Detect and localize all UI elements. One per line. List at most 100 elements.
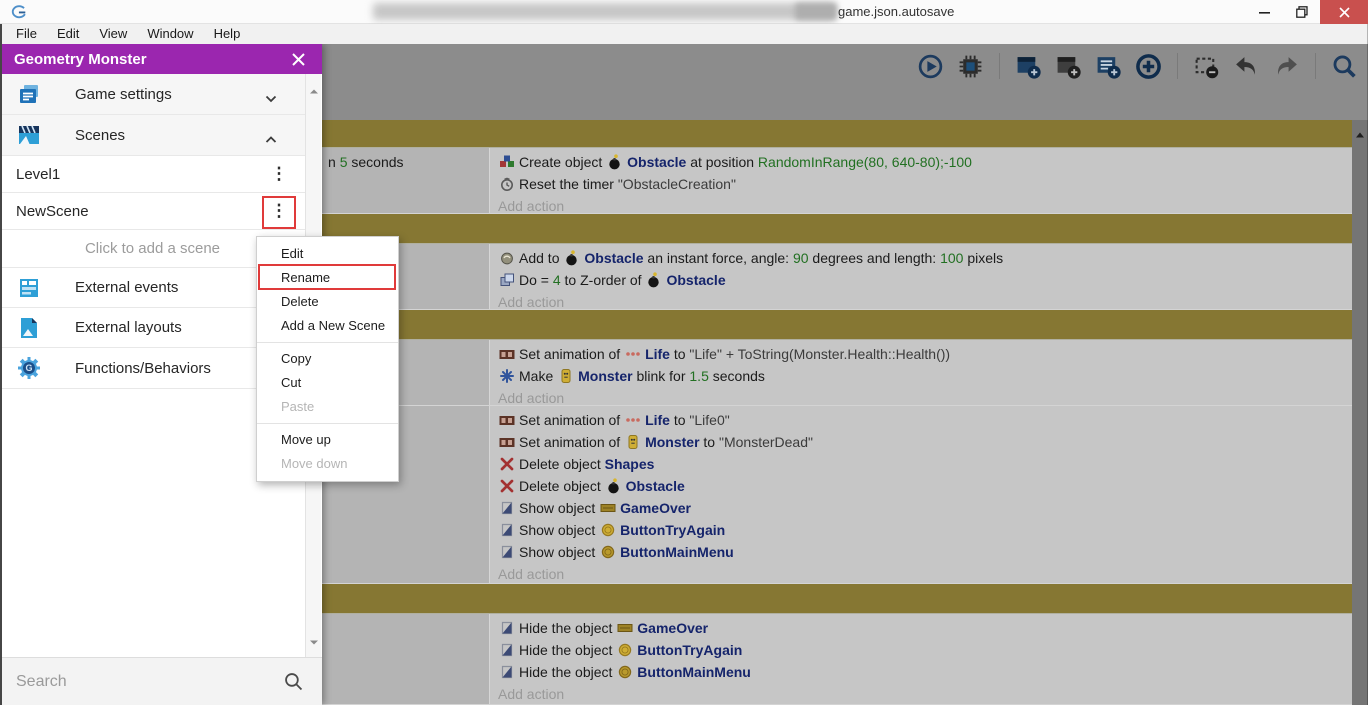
drawer-header: Geometry Monster xyxy=(0,44,322,74)
context-menu-item-add-a-new-scene[interactable]: Add a New Scene xyxy=(257,314,398,338)
token: Delete object xyxy=(519,478,605,494)
action-line[interactable]: Hide the object ButtonTryAgain xyxy=(498,639,1352,661)
close-button[interactable] xyxy=(1320,0,1368,24)
action-line[interactable]: Set animation of Life to "Life0" xyxy=(498,409,1352,431)
action-line[interactable]: Show object ButtonTryAgain xyxy=(498,519,1352,541)
menubar-item-edit[interactable]: Edit xyxy=(47,24,89,44)
action-line[interactable]: Set animation of Life to "Life" + ToStri… xyxy=(498,343,1352,365)
token: Hide the object xyxy=(519,620,616,636)
search-input[interactable] xyxy=(16,669,256,695)
token: Obstacle xyxy=(626,478,685,494)
menubar-item-help[interactable]: Help xyxy=(204,24,251,44)
toolbar-add-plus-button[interactable] xyxy=(1135,53,1162,80)
toolbar-delete-event-button[interactable] xyxy=(1193,53,1220,80)
action-line[interactable]: Hide the object GameOver xyxy=(498,617,1352,639)
restore-button[interactable] xyxy=(1283,0,1320,24)
action-line[interactable]: Reset the timer "ObstacleCreation" xyxy=(498,173,1352,195)
scene-name: Level1 xyxy=(16,166,60,183)
context-menu-item-cut[interactable]: Cut xyxy=(257,371,398,395)
coin-icon xyxy=(617,642,633,658)
annotation-box-kebab xyxy=(262,196,296,229)
token: Set animation of xyxy=(519,346,624,362)
token: Obstacle xyxy=(627,154,686,170)
event-actions-cell[interactable]: Create object Obstacle at position Rando… xyxy=(490,148,1352,213)
events-scrollbar[interactable] xyxy=(1352,120,1368,705)
token: 5 xyxy=(340,154,348,170)
action-line[interactable]: Hide the object ButtonMainMenu xyxy=(498,661,1352,683)
action-line[interactable]: Delete object Shapes xyxy=(498,453,1352,475)
toolbar-redo-button[interactable] xyxy=(1273,53,1300,80)
event-actions-cell[interactable]: Add to Obstacle an instant force, angle:… xyxy=(490,244,1352,309)
action-line[interactable]: Set animation of Monster to "MonsterDead… xyxy=(498,431,1352,453)
token: ButtonMainMenu xyxy=(620,544,734,560)
sidebar-item-scenes[interactable]: Scenes xyxy=(0,115,305,156)
action-line[interactable]: Do = 4 to Z-order of Obstacle xyxy=(498,269,1352,291)
add-action-link[interactable]: Add action xyxy=(498,387,1352,405)
action-line[interactable]: Show object GameOver xyxy=(498,497,1352,519)
token: "Life0" xyxy=(689,412,729,428)
token: seconds xyxy=(347,154,403,170)
toolbar-search-button[interactable] xyxy=(1331,53,1358,80)
bomb-icon xyxy=(646,272,662,288)
scene-item-newscene[interactable]: NewScene ⋮ xyxy=(0,193,305,230)
monster-icon xyxy=(558,368,574,384)
token: Life xyxy=(645,346,670,362)
scene-item-level1[interactable]: Level1 ⋮ xyxy=(0,156,305,193)
visibility-icon xyxy=(499,500,515,516)
coin2-icon xyxy=(600,544,616,560)
add-action-link[interactable]: Add action xyxy=(498,291,1352,309)
action-line[interactable]: Create object Obstacle at position Rando… xyxy=(498,151,1352,173)
bomb-icon xyxy=(607,154,623,170)
close-drawer-icon[interactable] xyxy=(291,52,306,72)
sidebar-item-label: Scenes xyxy=(75,127,125,144)
toolbar-undo-button[interactable] xyxy=(1233,53,1260,80)
add-action-link[interactable]: Add action xyxy=(498,195,1352,213)
visibility-icon xyxy=(499,620,515,636)
token: ButtonTryAgain xyxy=(620,522,725,538)
add-action-link[interactable]: Add action xyxy=(498,563,1352,583)
token: seconds xyxy=(709,368,765,384)
sidebar-item-label: Game settings xyxy=(75,86,172,103)
event-actions-cell[interactable]: Set animation of Life to "Life" + ToStri… xyxy=(490,340,1352,405)
context-menu-item-copy[interactable]: Copy xyxy=(257,347,398,371)
external-layouts-icon xyxy=(16,315,42,341)
menubar-item-file[interactable]: File xyxy=(6,24,47,44)
minimize-button[interactable] xyxy=(1246,0,1283,24)
create-icon xyxy=(499,154,515,170)
life-icon xyxy=(625,346,641,362)
add-action-link[interactable]: Add action xyxy=(498,683,1352,704)
menu-divider xyxy=(257,342,398,343)
token: "ObstacleCreation" xyxy=(618,176,736,192)
zorder-icon xyxy=(499,272,515,288)
context-menu-item-edit[interactable]: Edit xyxy=(257,242,398,266)
anim-icon xyxy=(499,412,515,428)
action-line[interactable]: Delete object Obstacle xyxy=(498,475,1352,497)
anim-icon xyxy=(499,434,515,450)
action-line[interactable]: Show object ButtonMainMenu xyxy=(498,541,1352,563)
context-menu-item-delete[interactable]: Delete xyxy=(257,290,398,314)
scroll-up-icon[interactable] xyxy=(310,81,318,99)
toolbar-add-subevent-button[interactable] xyxy=(1055,53,1082,80)
scroll-up-icon[interactable] xyxy=(1356,125,1364,143)
condition-line[interactable]: n 5 seconds xyxy=(328,151,489,173)
event-actions-cell[interactable]: Hide the object GameOverHide the object … xyxy=(490,614,1352,704)
action-line[interactable]: Make Monster blink for 1.5 seconds xyxy=(498,365,1352,387)
toolbar-play-button[interactable] xyxy=(917,53,944,80)
token: to xyxy=(670,412,689,428)
action-line[interactable]: Add to Obstacle an instant force, angle:… xyxy=(498,247,1352,269)
life-icon xyxy=(625,412,641,428)
scroll-down-icon[interactable] xyxy=(310,632,318,650)
token: to Z-order of xyxy=(561,272,646,288)
toolbar-debug-button[interactable] xyxy=(957,53,984,80)
token: ButtonMainMenu xyxy=(637,664,751,680)
menubar-item-view[interactable]: View xyxy=(89,24,137,44)
context-menu-item-move-up[interactable]: Move up xyxy=(257,428,398,452)
kebab-menu-icon[interactable]: ⋮ xyxy=(268,164,290,184)
bomb-icon xyxy=(564,250,580,266)
sidebar-item-game-settings[interactable]: Game settings xyxy=(0,74,305,115)
toolbar-add-comment-button[interactable] xyxy=(1095,53,1122,80)
titlebar: game.json.autosave xyxy=(0,0,1368,24)
event-actions-cell[interactable]: Set animation of Life to "Life0"Set anim… xyxy=(490,406,1352,583)
toolbar-add-event-button[interactable] xyxy=(1015,53,1042,80)
menubar-item-window[interactable]: Window xyxy=(137,24,203,44)
